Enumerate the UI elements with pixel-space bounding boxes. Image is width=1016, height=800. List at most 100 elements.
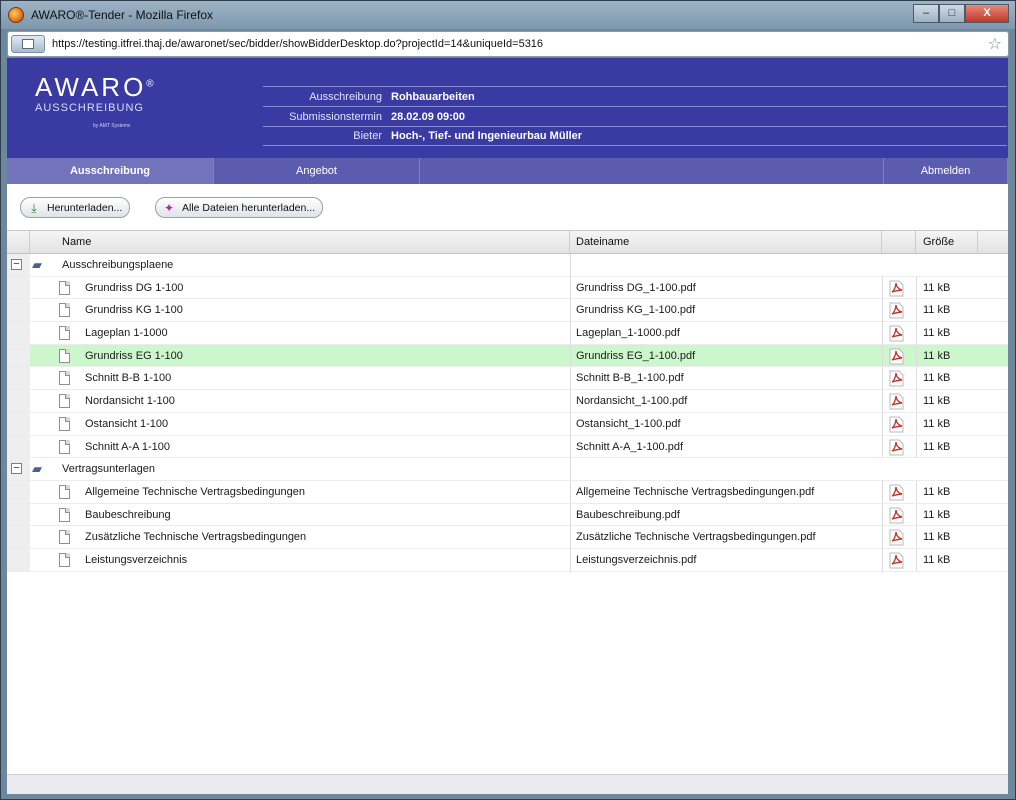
- logo-subtitle: AUSSCHREIBUNG: [35, 102, 144, 114]
- firefox-icon: [8, 7, 24, 23]
- bookmark-star-icon[interactable]: ☆: [988, 34, 1002, 54]
- row-filename[interactable]: Grundriss KG_1-100.pdf: [576, 299, 876, 321]
- row-filename[interactable]: Leistungsverzeichnis.pdf: [576, 549, 876, 571]
- row-name: Schnitt B-B 1-100: [85, 372, 172, 385]
- row-gutter: [7, 503, 30, 526]
- download-all-label: Alle Dateien herunterladen...: [182, 201, 316, 214]
- row-filename[interactable]: Nordansicht_1-100.pdf: [576, 390, 876, 412]
- maximize-button[interactable]: □: [939, 4, 965, 23]
- tender-info: Ausschreibung Rohbauarbeiten Submissions…: [263, 86, 1007, 146]
- column-divider: [882, 435, 883, 458]
- table-row[interactable]: Nordansicht 1-100 Nordansicht_1-100.pdf 11…: [7, 390, 1008, 413]
- row-name: Leistungsverzeichnis: [85, 553, 188, 566]
- table-row[interactable]: Schnitt B-B 1-100 Schnitt B-B_1-100.pdf 11…: [7, 367, 1008, 391]
- row-filename[interactable]: Schnitt B-B_1-100.pdf: [576, 367, 876, 389]
- column-header-type[interactable]: [882, 231, 916, 254]
- nav-spacer: [420, 158, 884, 184]
- column-divider: [570, 299, 571, 322]
- minimize-button[interactable]: –: [913, 4, 939, 23]
- row-filename[interactable]: Grundriss DG_1-100.pdf: [576, 277, 876, 299]
- row-filename[interactable]: Allgemeine Technische Vertragsbedingunge…: [576, 481, 876, 503]
- row-name: Nordansicht 1-100: [85, 395, 175, 408]
- table-row[interactable]: Baubeschreibung Baubeschreibung.pdf 11 kB: [7, 503, 1008, 527]
- column-divider: [916, 276, 917, 299]
- table-row[interactable]: Ostansicht 1-100 Ostansicht_1-100.pdf 11 k…: [7, 412, 1008, 436]
- table-body: − ▰ Ausschreibungsplaene Grundriss DG 1-100…: [7, 254, 1008, 572]
- title-bar[interactable]: AWARO®-Tender - Mozilla Firefox – □ X: [1, 1, 1015, 29]
- table-row[interactable]: Schnitt A-A 1-100 Schnitt A-A_1-100.pdf 11…: [7, 435, 1008, 459]
- document-table: Name Dateiname Größe − ▰ Ausschreibungspla…: [7, 230, 1008, 774]
- page-viewport: AWARO® AUSSCHREIBUNG by AMT Systems Auss…: [7, 58, 1008, 794]
- row-filename[interactable]: Baubeschreibung.pdf: [576, 504, 876, 526]
- pdf-icon[interactable]: [889, 552, 904, 569]
- url-text[interactable]: https://testing.itfrei.thaj.de/awaronet/…: [52, 38, 543, 50]
- download-label: Herunterladen...: [47, 201, 123, 214]
- column-divider: [882, 526, 883, 548]
- pdf-icon[interactable]: [889, 393, 904, 410]
- collapse-toggle-icon[interactable]: −: [11, 259, 22, 270]
- table-row[interactable]: Zusätzliche Technische Vertragsbedingung…: [7, 526, 1008, 549]
- row-filename[interactable]: Ostansicht_1-100.pdf: [576, 413, 876, 435]
- row-filename[interactable]: Grundriss EG_1-100.pdf: [576, 345, 876, 367]
- row-name: Ostansicht 1-100: [85, 417, 169, 430]
- table-row[interactable]: Lageplan 1-1000 Lageplan_1-1000.pdf 11 kB: [7, 322, 1008, 345]
- pdf-icon[interactable]: [889, 280, 904, 297]
- column-header-filename[interactable]: Dateiname: [570, 231, 882, 254]
- column-divider: [916, 412, 917, 435]
- pdf-icon[interactable]: [889, 439, 904, 456]
- table-row[interactable]: Grundriss EG 1-100 Grundriss EG_1-100.pdf…: [7, 344, 1008, 368]
- row-size: 11 kB: [923, 304, 951, 317]
- tab-ausschreibung[interactable]: Ausschreibung: [7, 158, 214, 184]
- column-header-name[interactable]: Name: [30, 231, 570, 254]
- row-name: Zusätzliche Technische Vertragsbedingung…: [85, 531, 307, 544]
- row-name: Lageplan 1-1000: [85, 327, 168, 340]
- document-icon: [59, 439, 70, 454]
- pdf-icon[interactable]: [889, 302, 904, 319]
- column-divider: [882, 276, 883, 299]
- table-header: Name Dateiname Größe: [7, 230, 1008, 254]
- info-row: Bieter Hoch-, Tief- und Ingenieurbau Mül…: [263, 126, 1007, 146]
- close-button[interactable]: X: [965, 4, 1009, 23]
- document-icon: [59, 552, 70, 567]
- pdf-icon[interactable]: [889, 348, 904, 365]
- row-size: 11 kB: [923, 440, 951, 453]
- column-divider: [882, 503, 883, 526]
- multi-download-icon: ✦: [163, 200, 175, 215]
- table-row[interactable]: Grundriss DG 1-100 Grundriss DG_1-100.pdf…: [7, 276, 1008, 300]
- row-size: 11 kB: [923, 349, 951, 362]
- row-gutter: [7, 344, 30, 367]
- table-row[interactable]: Grundriss KG 1-100 Grundriss KG_1-100.pdf…: [7, 299, 1008, 323]
- site-identity-icon[interactable]: [11, 35, 45, 53]
- tab-angebot[interactable]: Angebot: [214, 158, 420, 184]
- address-bar[interactable]: https://testing.itfrei.thaj.de/awaronet/…: [7, 31, 1009, 57]
- pdf-icon[interactable]: [889, 484, 904, 501]
- row-filename[interactable]: Lageplan_1-1000.pdf: [576, 322, 876, 344]
- collapse-toggle-icon[interactable]: −: [11, 463, 22, 475]
- pdf-icon[interactable]: [889, 416, 904, 433]
- row-name: Schnitt A-A 1-100: [85, 440, 170, 453]
- row-filename[interactable]: Zusätzliche Technische Vertragsbedingung…: [576, 526, 876, 548]
- info-value-bidder: Hoch-, Tief- und Ingenieurbau Müller: [391, 130, 583, 142]
- pdf-icon[interactable]: [889, 507, 904, 524]
- column-divider: [570, 458, 571, 480]
- pdf-icon[interactable]: [889, 370, 904, 387]
- pdf-icon[interactable]: [889, 325, 904, 342]
- column-divider: [570, 344, 571, 367]
- column-header-size[interactable]: Größe: [916, 231, 978, 254]
- table-row[interactable]: Allgemeine Technische Vertragsbedingunge…: [7, 480, 1008, 504]
- column-divider: [916, 480, 917, 503]
- pdf-icon[interactable]: [889, 529, 904, 546]
- app-header: AWARO® AUSSCHREIBUNG by AMT Systems Auss…: [7, 58, 1008, 158]
- column-divider: [882, 322, 883, 344]
- row-name: Grundriss KG 1-100: [85, 304, 183, 317]
- download-button[interactable]: ⤓ Herunterladen...: [20, 197, 131, 218]
- row-filename[interactable]: Schnitt A-A_1-100.pdf: [576, 436, 876, 458]
- group-row[interactable]: − ▰ Ausschreibungsplaene: [7, 254, 1008, 277]
- column-divider: [916, 435, 917, 458]
- folder-icon: ▰: [32, 461, 42, 477]
- group-row[interactable]: − ▰ Vertragsunterlagen: [7, 458, 1008, 481]
- download-all-button[interactable]: ✦ Alle Dateien herunterladen...: [155, 197, 324, 218]
- logout-link[interactable]: Abmelden: [884, 158, 1008, 184]
- document-icon: [59, 326, 70, 341]
- table-row[interactable]: Leistungsverzeichnis Leistungsverzeichnis…: [7, 548, 1008, 572]
